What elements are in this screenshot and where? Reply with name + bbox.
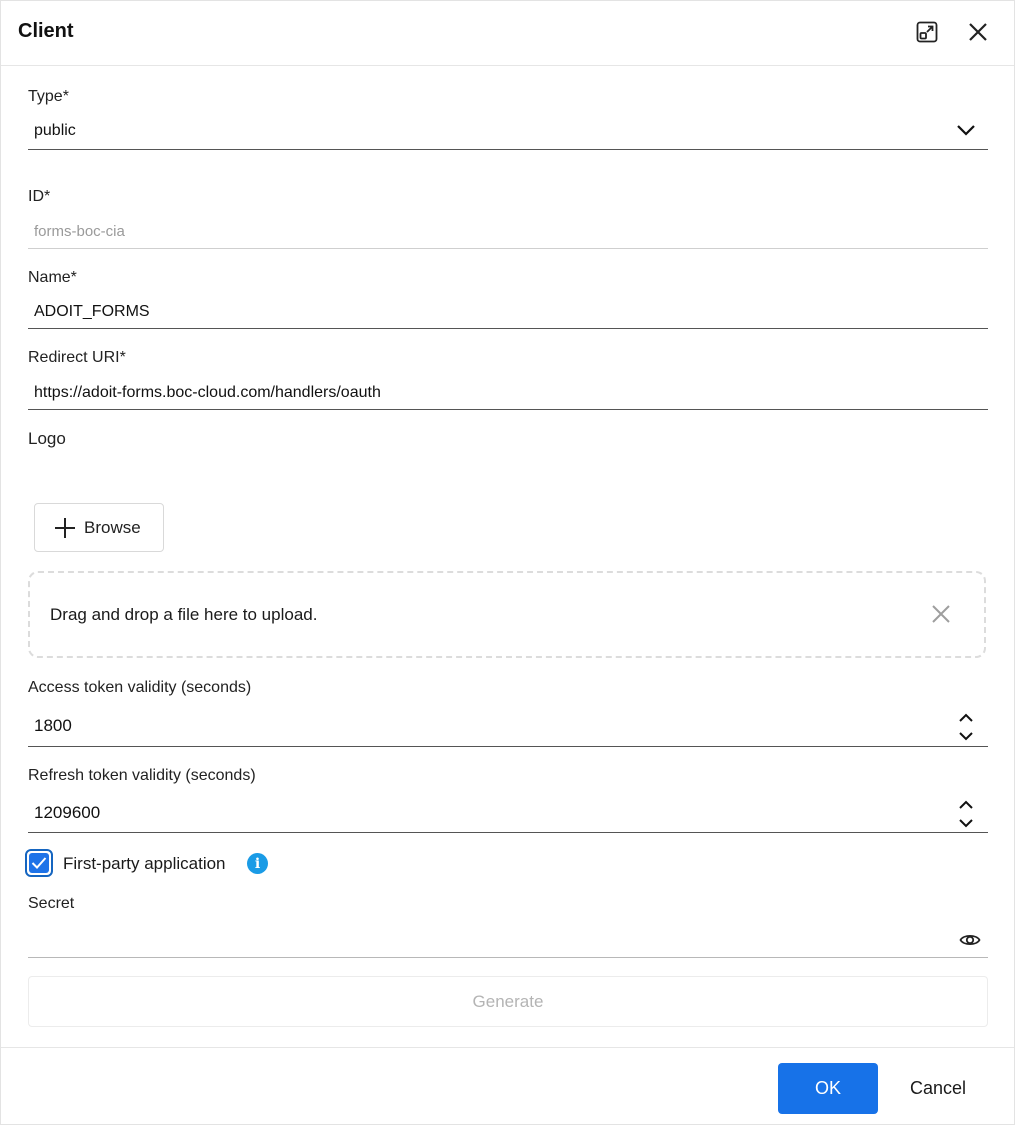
id-field: forms-boc-cia bbox=[28, 213, 988, 249]
generate-button[interactable]: Generate bbox=[28, 976, 988, 1027]
client-dialog: Client Type* public ID* forms-boc-cia Na… bbox=[0, 0, 1015, 1125]
cancel-button[interactable]: Cancel bbox=[894, 1063, 982, 1114]
plus-icon bbox=[54, 517, 76, 539]
chevron-down-icon[interactable] bbox=[956, 123, 976, 142]
browse-label: Browse bbox=[84, 517, 141, 537]
ok-button[interactable]: OK bbox=[778, 1063, 878, 1114]
redirect-uri-value: https://adoit-forms.boc-cloud.com/handle… bbox=[34, 384, 381, 401]
first-party-label: First-party application bbox=[63, 854, 226, 873]
name-field[interactable]: ADOIT_FORMS bbox=[28, 294, 988, 329]
access-token-value: 1800 bbox=[34, 716, 72, 735]
secret-label: Secret bbox=[28, 895, 75, 912]
first-party-checkbox[interactable] bbox=[25, 849, 53, 877]
refresh-token-value: 1209600 bbox=[34, 803, 101, 822]
secret-input[interactable] bbox=[28, 919, 988, 958]
info-icon[interactable]: i bbox=[247, 853, 268, 874]
file-dropzone[interactable]: Drag and drop a file here to upload. bbox=[28, 571, 986, 658]
redirect-uri-field[interactable]: https://adoit-forms.boc-cloud.com/handle… bbox=[28, 374, 988, 410]
increment-icon[interactable] bbox=[958, 710, 974, 728]
footer-divider bbox=[1, 1047, 1014, 1048]
type-value: public bbox=[34, 122, 76, 139]
name-label: Name* bbox=[28, 269, 77, 286]
refresh-token-label: Refresh token validity (seconds) bbox=[28, 767, 256, 784]
increment-icon[interactable] bbox=[958, 797, 974, 815]
decrement-icon[interactable] bbox=[958, 816, 974, 834]
name-value: ADOIT_FORMS bbox=[34, 303, 150, 320]
decrement-icon[interactable] bbox=[958, 729, 974, 747]
clear-file-icon[interactable] bbox=[932, 605, 950, 628]
browse-button[interactable]: Browse bbox=[34, 503, 164, 552]
refresh-token-input[interactable]: 1209600 bbox=[28, 792, 988, 833]
close-icon[interactable] bbox=[964, 18, 992, 46]
access-token-input[interactable]: 1800 bbox=[28, 705, 988, 747]
eye-icon[interactable] bbox=[959, 929, 981, 956]
type-select[interactable]: public bbox=[28, 113, 988, 150]
type-label: Type* bbox=[28, 88, 69, 105]
checkmark-icon bbox=[29, 853, 49, 873]
id-label: ID* bbox=[28, 188, 51, 205]
logo-label: Logo bbox=[28, 429, 66, 448]
redirect-uri-label: Redirect URI* bbox=[28, 349, 126, 366]
id-value: forms-boc-cia bbox=[34, 223, 125, 240]
dialog-title: Client bbox=[18, 20, 74, 42]
dropzone-text: Drag and drop a file here to upload. bbox=[50, 605, 318, 624]
access-token-label: Access token validity (seconds) bbox=[28, 679, 252, 696]
dialog-header: Client bbox=[1, 1, 1014, 66]
expand-window-icon[interactable] bbox=[913, 18, 941, 46]
